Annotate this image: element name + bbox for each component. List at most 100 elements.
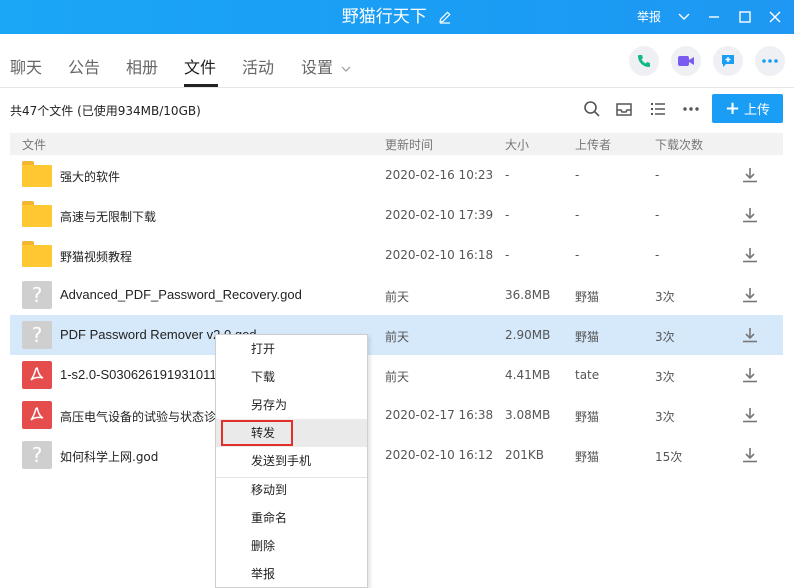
file-toolbar: 共47个文件 (已使用934MB/10GB) xyxy=(0,88,794,130)
context-menu: 打开 下载 另存为 转发 发送到手机 移动到 重命名 删除 举报 xyxy=(215,334,368,588)
download-icon[interactable] xyxy=(741,206,759,224)
list-view-icon[interactable] xyxy=(649,100,667,118)
video-icon xyxy=(678,56,694,66)
file-size: - xyxy=(505,208,510,222)
window-title: 野猫行天下 xyxy=(341,7,427,27)
file-uploader: - xyxy=(575,168,580,182)
file-size: - xyxy=(505,168,510,182)
table-row[interactable]: ? Advanced_PDF_Password_Recovery.god 前天 … xyxy=(10,275,783,315)
file-downloads: 3次 xyxy=(655,370,675,384)
tab-album[interactable]: 相册 xyxy=(126,54,158,78)
file-name: 高压电气设备的试验与状态诊 xyxy=(60,410,217,424)
title-bar: 野猫行天下 举报 xyxy=(0,0,794,34)
upload-button[interactable]: + 上传 xyxy=(712,94,783,123)
storage-summary: 共47个文件 (已使用934MB/10GB) xyxy=(10,104,201,118)
table-row-selected[interactable]: ? PDF Password Remover v2.0.god 前天 2.90M… xyxy=(10,315,783,355)
download-icon[interactable] xyxy=(741,326,759,344)
menu-item-report[interactable]: 举报 xyxy=(216,560,367,588)
share-screen-button[interactable] xyxy=(713,46,743,76)
download-icon[interactable] xyxy=(741,366,759,384)
file-downloads: 15次 xyxy=(655,450,683,464)
download-icon[interactable] xyxy=(741,286,759,304)
tab-settings-label: 设置 xyxy=(301,58,334,77)
minimize-icon[interactable] xyxy=(706,9,722,25)
plus-icon: + xyxy=(724,97,741,119)
column-header-downloads[interactable]: 下载次数 xyxy=(655,136,703,153)
file-downloads: 3次 xyxy=(655,330,675,344)
tab-activity[interactable]: 活动 xyxy=(242,54,274,78)
menu-item-move-to[interactable]: 移动到 xyxy=(216,476,367,504)
report-link[interactable]: 举报 xyxy=(637,0,661,34)
unknown-file-icon: ? xyxy=(22,321,52,349)
menu-item-download[interactable]: 下载 xyxy=(216,363,367,391)
file-uploader: - xyxy=(575,208,580,222)
file-size: 2.90MB xyxy=(505,328,551,342)
file-downloads: - xyxy=(655,248,660,262)
download-icon[interactable] xyxy=(741,446,759,464)
file-name: Advanced_PDF_Password_Recovery.god xyxy=(60,287,302,302)
file-size: 36.8MB xyxy=(505,288,551,302)
more-icon[interactable] xyxy=(682,100,700,118)
download-icon[interactable] xyxy=(741,246,759,264)
tab-announcements[interactable]: 公告 xyxy=(68,54,100,78)
file-name: 强大的软件 xyxy=(60,170,121,184)
chevron-down-icon[interactable] xyxy=(676,9,692,25)
file-time: 2020-02-10 17:39 xyxy=(385,208,494,222)
folder-icon xyxy=(22,201,52,229)
file-downloads: 3次 xyxy=(655,290,675,304)
voice-call-button[interactable] xyxy=(629,46,659,76)
table-row[interactable]: ? 如何科学上网.god 2020-02-10 16:12 201KB 野猫 1… xyxy=(10,435,783,475)
highlight-box xyxy=(221,420,293,446)
file-time: 前天 xyxy=(385,370,410,384)
download-icon[interactable] xyxy=(741,166,759,184)
file-uploader: tate xyxy=(575,368,600,382)
close-icon[interactable] xyxy=(767,9,783,25)
message-add-icon xyxy=(722,55,734,67)
file-time: 2020-02-17 16:38 xyxy=(385,408,494,422)
table-row[interactable]: 野猫视频教程 2020-02-10 16:18 - - - xyxy=(10,235,783,275)
file-downloads: - xyxy=(655,208,660,222)
column-header-file[interactable]: 文件 xyxy=(22,136,46,153)
menu-item-open[interactable]: 打开 xyxy=(216,335,367,363)
table-row[interactable]: 1-s2.0-S030626191931011 前天 4.41MB tate 3… xyxy=(10,355,783,395)
column-header-uploader[interactable]: 上传者 xyxy=(575,136,611,153)
table-row[interactable]: 高压电气设备的试验与状态诊 2020-02-17 16:38 3.08MB 野猫… xyxy=(10,395,783,435)
file-uploader: 野猫 xyxy=(575,330,600,344)
table-row[interactable]: 强大的软件 2020-02-16 10:23 - - - xyxy=(10,155,783,195)
file-name: 野猫视频教程 xyxy=(60,250,133,264)
menu-item-delete[interactable]: 删除 xyxy=(216,532,367,560)
file-time: 2020-02-16 10:23 xyxy=(385,168,494,182)
search-icon[interactable] xyxy=(583,100,601,118)
file-size: 4.41MB xyxy=(505,368,551,382)
file-time: 2020-02-10 16:12 xyxy=(385,448,494,462)
table-row[interactable]: 高速与无限制下载 2020-02-10 17:39 - - - xyxy=(10,195,783,235)
column-header-updated[interactable]: 更新时间 xyxy=(385,136,433,153)
unknown-file-icon: ? xyxy=(22,441,52,469)
video-call-button[interactable] xyxy=(671,46,701,76)
file-size: - xyxy=(505,248,510,262)
active-tab-indicator xyxy=(184,84,218,87)
more-options-button[interactable] xyxy=(755,46,785,76)
more-icon xyxy=(762,59,778,63)
tab-chat[interactable]: 聊天 xyxy=(10,54,42,78)
file-size: 3.08MB xyxy=(505,408,551,422)
upload-label: 上传 xyxy=(744,103,771,118)
inbox-icon[interactable] xyxy=(615,100,633,118)
menu-item-rename[interactable]: 重命名 xyxy=(216,504,367,532)
menu-item-save-as[interactable]: 另存为 xyxy=(216,391,367,419)
column-header-size[interactable]: 大小 xyxy=(505,136,529,153)
nav-bar: 聊天 公告 相册 文件 活动 设置 xyxy=(0,34,794,88)
table-header: 文件 更新时间 大小 上传者 下载次数 xyxy=(10,133,783,155)
tab-settings[interactable]: 设置 xyxy=(301,54,351,78)
maximize-icon[interactable] xyxy=(737,9,753,25)
file-name: 1-s2.0-S030626191931011 xyxy=(60,367,217,382)
chevron-down-icon xyxy=(341,66,351,72)
tab-files[interactable]: 文件 xyxy=(184,54,216,78)
file-name: 如何科学上网.god xyxy=(60,450,159,464)
download-icon[interactable] xyxy=(741,406,759,424)
edit-icon[interactable] xyxy=(438,10,452,24)
file-downloads: 3次 xyxy=(655,410,675,424)
unknown-file-icon: ? xyxy=(22,281,52,309)
file-time: 2020-02-10 16:18 xyxy=(385,248,494,262)
menu-item-send-to-phone[interactable]: 发送到手机 xyxy=(216,447,367,475)
